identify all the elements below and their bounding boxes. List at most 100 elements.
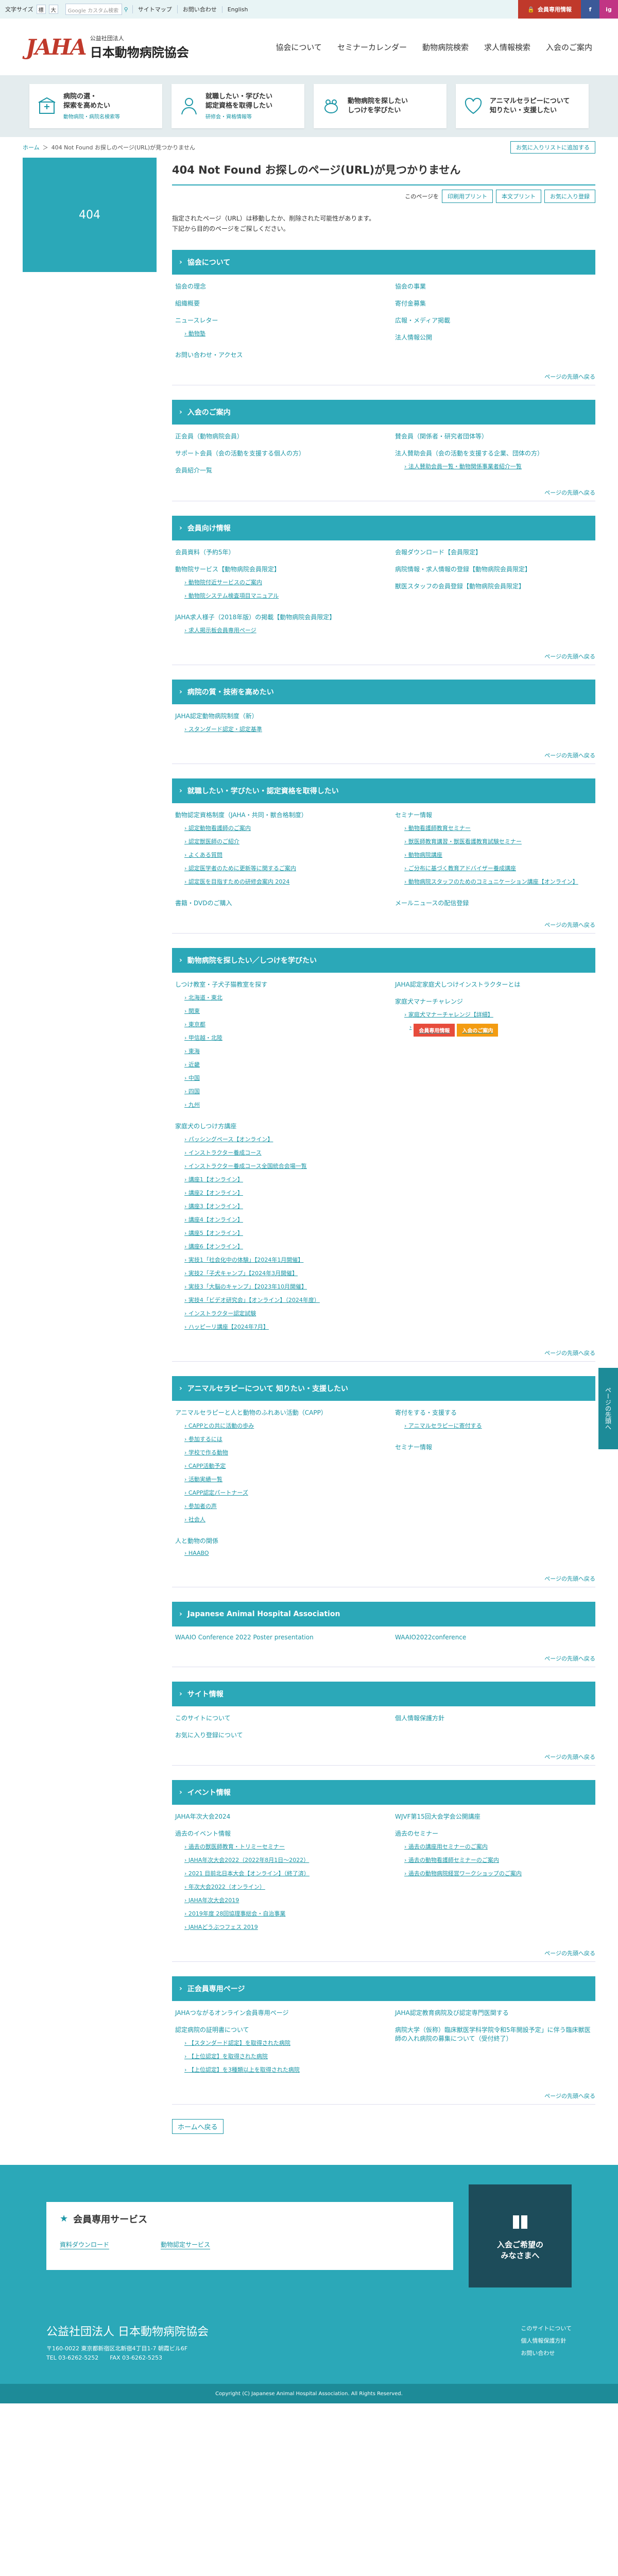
member-download-link[interactable]: 資料ダウンロード bbox=[60, 2240, 110, 2249]
sitemap-link[interactable]: サポート会員（会の活動を支援する個人の方） bbox=[175, 450, 305, 457]
sub-link[interactable]: 過去の動物病院経営ワークショップのご案内 bbox=[404, 1867, 592, 1880]
sub-link[interactable]: 2021 目前北日本大会【オンライン】（終了済） bbox=[184, 1867, 372, 1880]
sitemap-link[interactable]: メールニュースの配信登録 bbox=[395, 900, 469, 907]
contact-link[interactable]: お問い合わせ bbox=[177, 5, 222, 13]
sitemap-link[interactable]: JAHA認定教育病院及び認定専門医関する bbox=[395, 2009, 509, 2016]
sub-link[interactable]: 認定医学者のために更新等に関するご案内 bbox=[184, 861, 372, 875]
sitemap-link[interactable]: 広報・メディア掲載 bbox=[395, 317, 450, 324]
sub-link[interactable]: 講座3【オンライン】 bbox=[184, 1199, 372, 1213]
sitemap-link[interactable]: WJVF第15回大会学会公開講座 bbox=[395, 1813, 480, 1820]
sitemap-link[interactable]: JAHA認定動物病院制度（新） bbox=[175, 713, 258, 720]
member-cert-link[interactable]: 動物認定サービス bbox=[161, 2240, 211, 2249]
back-to-top-link[interactable]: ページの先頭へ戻る bbox=[172, 2086, 595, 2105]
sitemap-link[interactable]: WAAIO Conference 2022 Poster presentatio… bbox=[175, 1634, 314, 1641]
sub-link[interactable]: 活動実績一覧 bbox=[184, 1472, 372, 1486]
sub-link[interactable]: 過去の動物看護師セミナーのご案内 bbox=[404, 1853, 592, 1867]
facebook-icon[interactable]: f bbox=[581, 0, 599, 19]
sub-link[interactable]: 中国 bbox=[184, 1071, 372, 1084]
sitemap-link[interactable]: 人と動物の関係 bbox=[175, 1537, 218, 1545]
sub-link[interactable]: 動物病院スタッフのためのコミュニケーション講座【オンライン】 bbox=[404, 875, 592, 888]
sub-link[interactable]: 関東 bbox=[184, 1004, 372, 1018]
sub-link[interactable]: 求人掲示板会員専用ページ bbox=[184, 623, 372, 637]
sitemap-link[interactable]: 寄付をする・支援する bbox=[395, 1409, 457, 1416]
sub-link[interactable]: 講座4【オンライン】 bbox=[184, 1213, 372, 1226]
back-to-top-link[interactable]: ページの先頭へ戻る bbox=[172, 482, 595, 501]
sitemap-link[interactable]: アニマルセラピーと人と動物のふれあい活動（CAPP） bbox=[175, 1409, 327, 1416]
sitemap-link[interactable]: 病院情報・求人情報の登録【動物病院会員限定】 bbox=[395, 566, 531, 573]
sub-link[interactable]: JAHA年次大会2022（2022年8月1日〜2022） bbox=[184, 1853, 372, 1867]
nav-about[interactable]: 協会について bbox=[276, 42, 322, 53]
category-career[interactable]: 就職したい・学びたい 認定資格を取得したい 研修会・資格情報等 bbox=[171, 84, 304, 128]
back-to-top-link[interactable]: ページの先頭へ戻る bbox=[172, 1747, 595, 1766]
sub-link[interactable]: 北海道・東北 bbox=[184, 991, 372, 1004]
english-link[interactable]: English bbox=[221, 6, 253, 13]
sub-link[interactable]: インストラクター養成コース全国統合会場一覧 bbox=[184, 1159, 372, 1173]
sitemap-link[interactable]: 協会の理念 bbox=[175, 283, 206, 290]
sitemap-link[interactable]: お問い合わせ・アクセス bbox=[175, 351, 243, 359]
sitemap-link[interactable]: JAHA認定家庭犬しつけインストラクターとは bbox=[395, 981, 520, 988]
back-to-top-link[interactable]: ページの先頭へ戻る bbox=[172, 1343, 595, 1362]
sitemap-link[interactable]: 法人情報公開 bbox=[395, 334, 432, 341]
sitemap-link[interactable]: JAHA求人様子（2018年版）の掲載【動物病院会員限定】 bbox=[175, 614, 335, 621]
sitemap-link[interactable]: しつけ教室・子犬子猫教室を探す bbox=[175, 981, 267, 988]
sub-link[interactable]: CAPP活動予定 bbox=[184, 1459, 372, 1472]
back-to-top-link[interactable]: ページの先頭へ戻る bbox=[172, 366, 595, 385]
sub-link[interactable]: 過去の獣医師教育・トリミーセミナー bbox=[184, 1840, 372, 1853]
back-to-top-link[interactable]: ページの先頭へ戻る bbox=[172, 914, 595, 934]
category-hospital-quality[interactable]: 病院の選・ 探索を高めたい 動物病院・病院名検索等 bbox=[29, 84, 162, 128]
back-to-top-link[interactable]: ページの先頭へ戻る bbox=[172, 1568, 595, 1587]
sub-link[interactable]: ご分布に基づく教育アドバイザー養成講座 bbox=[404, 861, 592, 875]
sub-link[interactable]: 東海 bbox=[184, 1044, 372, 1058]
category-animal-therapy[interactable]: アニマルセラピーについて 知りたい・支援したい bbox=[456, 84, 589, 128]
sitemap-link[interactable]: このサイトについて bbox=[175, 1715, 231, 1722]
sub-link[interactable]: インストラクター養成コース bbox=[184, 1146, 372, 1159]
sub-link[interactable]: HAABO bbox=[184, 1547, 372, 1559]
search-input[interactable]: Google カスタム検索 bbox=[65, 4, 122, 15]
sub-link[interactable]: アニマルセラピーに寄付する bbox=[404, 1419, 592, 1432]
sub-link[interactable]: 【スタンダード認定】を取得された病院 bbox=[184, 2036, 372, 2049]
sitemap-link[interactable]: WAAIO2022conference bbox=[395, 1634, 466, 1641]
sitemap-link[interactable]: 動物認定資格制度（JAHA・共同・獣合格制度） bbox=[175, 811, 307, 819]
sub-link[interactable]: 講座2【オンライン】 bbox=[184, 1186, 372, 1199]
sitemap-link[interactable]: サイトマップ bbox=[132, 5, 177, 13]
font-size-normal-button[interactable]: 標 bbox=[36, 5, 46, 14]
sub-link[interactable]: ハッピーリ講座【2024年7月】 bbox=[184, 1320, 372, 1333]
breadcrumb-home[interactable]: ホーム bbox=[23, 143, 40, 151]
sub-link[interactable]: 動物病院講座 bbox=[404, 848, 592, 861]
sub-link[interactable]: 認定医を目指すための研修会案内 2024 bbox=[184, 875, 372, 888]
sitemap-link[interactable]: 会員資料（予約5年） bbox=[175, 549, 235, 556]
sub-link[interactable]: 実技2「子犬キャンプ」【2024年3月開催】 bbox=[184, 1266, 372, 1280]
sub-link[interactable]: 社会人 bbox=[184, 1513, 372, 1526]
join-cta[interactable]: 入会のご案内 bbox=[457, 1023, 499, 1037]
sub-link[interactable]: パッシングペース【オンライン】 bbox=[184, 1132, 372, 1146]
favorite-button[interactable]: お気に入り登録 bbox=[544, 190, 595, 203]
sub-link[interactable]: インストラクター認定試験 bbox=[184, 1307, 372, 1320]
text-print-button[interactable]: 本文プリント bbox=[496, 190, 541, 203]
sub-link[interactable]: JAHAどうぶつフェス 2019 bbox=[184, 1920, 372, 1934]
member-info-button[interactable]: 🔒 会員専用情報 bbox=[518, 0, 581, 19]
sub-link[interactable]: 学校で作る動物 bbox=[184, 1446, 372, 1459]
sitemap-link[interactable]: お気に入り登録について bbox=[175, 1732, 243, 1739]
sitemap-link[interactable]: 書籍・DVDのご購入 bbox=[175, 900, 232, 907]
sub-link[interactable]: 講座1【オンライン】 bbox=[184, 1173, 372, 1186]
back-to-top-link[interactable]: ページの先頭へ戻る bbox=[172, 646, 595, 665]
nav-job-search[interactable]: 求人情報検索 bbox=[484, 42, 530, 53]
sub-link[interactable]: 動物院付近サービスのご案内 bbox=[184, 575, 372, 589]
sitemap-link[interactable]: セミナー情報 bbox=[395, 1444, 432, 1451]
join-button[interactable]: 入会ご希望の みなさまへ bbox=[469, 2184, 572, 2287]
back-home-button[interactable]: ホームへ戻る bbox=[172, 2119, 224, 2134]
back-to-top-link[interactable]: ページの先頭へ戻る bbox=[172, 1943, 595, 1962]
footer-link-privacy[interactable]: 個人情報保護方針 bbox=[521, 2335, 572, 2347]
sitemap-link[interactable]: 賛会員（関係者・研究者団体等） bbox=[395, 433, 488, 440]
back-to-top-link[interactable]: ページの先頭へ戻る bbox=[172, 745, 595, 764]
font-size-large-button[interactable]: 大 bbox=[48, 5, 58, 14]
sub-link[interactable]: 近畿 bbox=[184, 1058, 372, 1071]
sub-link[interactable]: 講座5【オンライン】 bbox=[184, 1226, 372, 1240]
sub-link[interactable]: 【上位認定】を3種類以上を取得された病院 bbox=[184, 2063, 372, 2076]
sitemap-link[interactable]: JAHA年次大会2024 bbox=[175, 1813, 230, 1820]
sub-link[interactable]: よくある質問 bbox=[184, 848, 372, 861]
sub-link[interactable]: 九州 bbox=[184, 1098, 372, 1111]
sitemap-link[interactable]: 協会の事業 bbox=[395, 283, 426, 290]
sub-link[interactable]: 東京都 bbox=[184, 1018, 372, 1031]
sub-link[interactable]: 動物看護師教育セミナー bbox=[404, 821, 592, 835]
